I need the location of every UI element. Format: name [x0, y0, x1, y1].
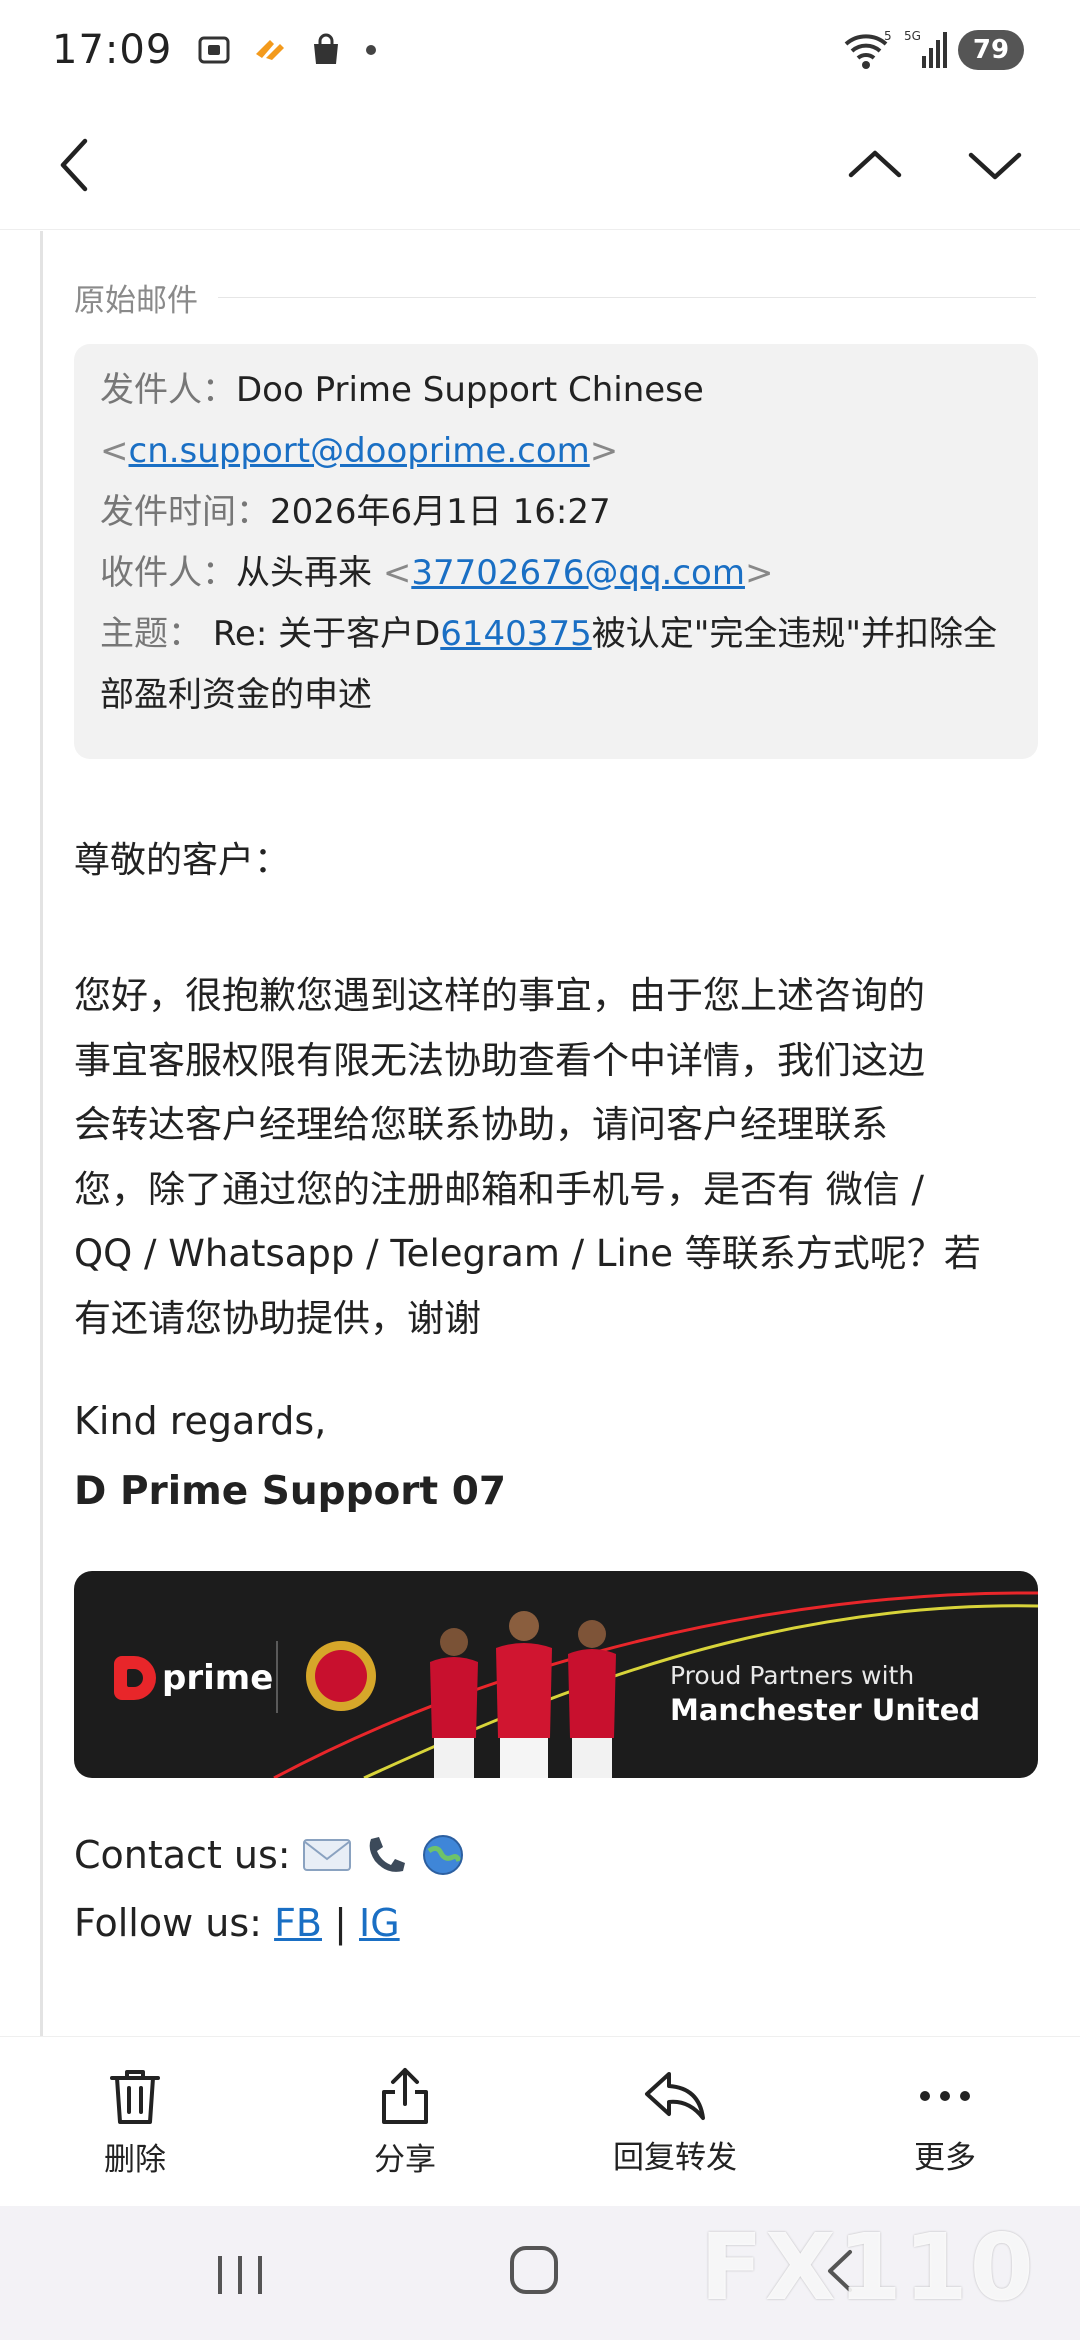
dooprime-logo: prime	[114, 1656, 273, 1700]
body-line: 有还请您协助提供，谢谢	[74, 1296, 481, 1340]
more-label: 更多	[914, 2139, 976, 2176]
reply-forward-label: 回复转发	[613, 2139, 737, 2176]
contact-label: Contact us:	[74, 1833, 291, 1877]
subject-line: 主题： Re: 关于客户D6140375被认定"完全违规"并扣除全	[100, 604, 1012, 665]
subject-number-link[interactable]: 6140375	[440, 614, 591, 654]
signal-label: 5G	[904, 29, 921, 43]
quote-bar	[40, 231, 43, 2036]
subject-prefix: Re: 关于客户D	[212, 614, 441, 654]
subject-suffix: 被认定"完全违规"并扣除全	[591, 614, 997, 654]
greeting: 尊敬的客户：	[74, 840, 291, 881]
shopping-bag-icon	[314, 33, 339, 64]
original-mail-meta: 发件人：Doo Prime Support Chinese <cn.suppor…	[74, 344, 1038, 759]
status-notification-icons	[196, 32, 378, 68]
dooprime-logo-icon	[114, 1656, 156, 1700]
subject-label: 主题：	[100, 614, 202, 654]
to-name: 从头再来	[236, 553, 372, 593]
closing: Kind regards,	[74, 1399, 327, 1443]
mail-nav-bar	[0, 100, 1080, 230]
status-time: 17:09	[52, 27, 173, 73]
time-label: 发件时间：	[100, 492, 270, 532]
wifi-label: 5	[884, 29, 892, 43]
next-mail-button[interactable]	[960, 130, 1030, 200]
battery-indicator: 79	[958, 30, 1024, 70]
follow-row: Follow us: FB | IG	[74, 1901, 400, 1945]
follow-separator: |	[334, 1901, 347, 1945]
system-nav-bar: FX110网	[0, 2206, 1080, 2340]
delete-button[interactable]: 删除	[0, 2037, 270, 2207]
divider	[218, 297, 1036, 298]
share-button[interactable]: 分享	[270, 2037, 540, 2207]
original-mail-label: 原始邮件	[74, 283, 198, 319]
from-label: 发件人：	[100, 370, 236, 410]
more-button[interactable]: 更多	[810, 2037, 1080, 2207]
mail-content[interactable]: 原始邮件 发件人：Doo Prime Support Chinese <cn.s…	[0, 231, 1080, 2036]
body-line: 您好，很抱歉您遇到这样的事宜，由于您上述咨询的	[74, 974, 925, 1017]
from-name: Doo Prime Support Chinese	[236, 370, 704, 410]
screenshot-icon	[198, 36, 230, 64]
status-system-icons: 5 5G 79	[842, 28, 1024, 72]
body-line: QQ / Whatsapp / Telegram / Line 等联系方式呢？若	[74, 1232, 981, 1275]
delete-label: 删除	[104, 2141, 166, 2178]
follow-label: Follow us:	[74, 1901, 262, 1945]
more-dots-icon	[920, 2090, 970, 2101]
from-email-line: <cn.support@dooprime.com>	[100, 431, 619, 471]
dot-icon	[366, 45, 377, 55]
share-icon	[382, 2067, 428, 2124]
body-paragraph: 您好，很抱歉您遇到这样的事宜，由于您上述咨询的 事宜客服权限有限无法协助查看个中…	[74, 964, 1044, 1351]
subject-continuation: 部盈利资金的申述	[100, 675, 372, 715]
wifi-icon: 5	[844, 29, 892, 69]
recent-apps-icon[interactable]	[210, 2250, 270, 2300]
chevron-down-icon	[968, 152, 1022, 180]
contact-row: Contact us:	[74, 1831, 467, 1879]
body-line: 您，除了通过您的注册邮箱和手机号，是否有 微信 /	[74, 1167, 924, 1211]
logo-text: prime	[162, 1658, 274, 1698]
back-button[interactable]	[40, 130, 110, 200]
banner-line-1: Proud Partners with	[670, 1661, 915, 1690]
trash-icon	[110, 2069, 160, 2124]
previous-mail-button[interactable]	[840, 130, 910, 200]
time-value: 2026年6月1日 16:27	[270, 492, 611, 532]
signal-icon: 5G	[904, 29, 947, 68]
from-email-link[interactable]: cn.support@dooprime.com	[129, 431, 590, 471]
to-email-link[interactable]: 37702676@qq.com	[411, 553, 745, 593]
body-line: 会转达客户经理给您联系协助，请问客户经理联系	[74, 1103, 888, 1146]
from-line: 发件人：Doo Prime Support Chinese	[100, 360, 1012, 421]
partner-banner[interactable]: prime Proud Partners with Manchester Uni…	[74, 1571, 1038, 1778]
globe-icon[interactable]	[419, 1831, 467, 1879]
facebook-link[interactable]: FB	[274, 1901, 322, 1945]
battery-level: 79	[972, 35, 1010, 65]
taobao-icon	[256, 40, 285, 60]
chevron-left-icon	[60, 138, 88, 192]
mail-action-toolbar: 删除 分享 回复转发 更多	[0, 2036, 1080, 2206]
chevron-up-icon	[848, 150, 902, 178]
share-label: 分享	[374, 2141, 436, 2178]
signature: D Prime Support 07	[74, 1469, 507, 1514]
envelope-icon[interactable]	[301, 1835, 353, 1875]
manchester-united-crest-icon	[306, 1641, 376, 1711]
banner-divider	[276, 1641, 278, 1713]
players-image	[430, 1611, 616, 1778]
reply-icon	[645, 2071, 705, 2120]
to-label: 收件人：	[100, 553, 236, 593]
instagram-link[interactable]: IG	[359, 1901, 400, 1945]
subject-line-2: 部盈利资金的申述	[100, 665, 1012, 726]
to-line: 收件人：从头再来 <37702676@qq.com>	[100, 553, 774, 593]
banner-line-2: Manchester United	[670, 1693, 981, 1727]
phone-icon[interactable]	[363, 1833, 409, 1877]
home-button[interactable]	[510, 2246, 558, 2294]
reply-forward-button[interactable]: 回复转发	[540, 2037, 810, 2207]
watermark: FX110网	[700, 2214, 1036, 2321]
time-line: 发件时间：2026年6月1日 16:27	[100, 482, 1012, 543]
original-mail-header: 原始邮件	[74, 275, 1036, 320]
body-line: 事宜客服权限有限无法协助查看个中详情，我们这边	[74, 1038, 925, 1082]
status-bar: 17:09 5 5G 79	[0, 0, 1080, 100]
